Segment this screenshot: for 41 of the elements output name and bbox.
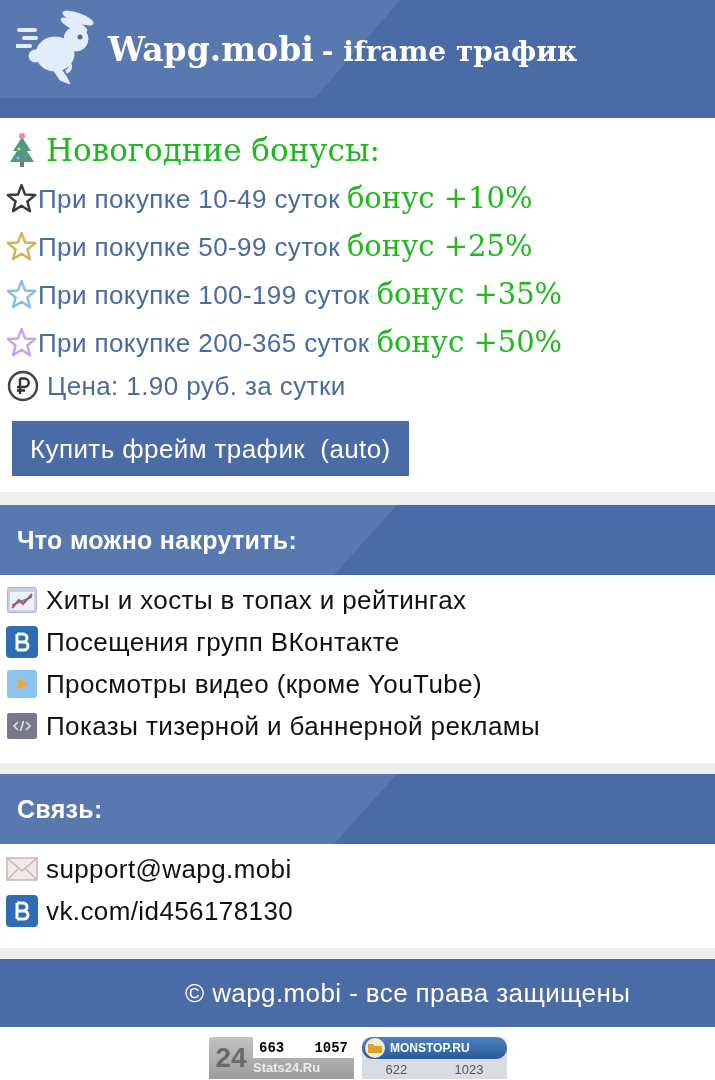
price-text: Цена: 1.90 руб. за сутки [47,373,346,399]
b-logo-icon [6,895,38,927]
promo-title: Новогодние бонусы: [46,134,381,166]
chart-icon [7,587,37,613]
counter-value: 1023 [454,1062,484,1076]
bonus-value: бонус +10% [346,183,533,213]
ruble-coin-icon [7,370,39,402]
site-logo-text: Wapg.mobi [108,32,314,66]
bonus-condition: При покупке 200-365 суток [38,329,370,356]
bonus-condition: При покупке 10-49 суток [38,185,340,212]
section-title: Связь: [17,796,103,822]
rabbit-logo-icon [16,10,96,88]
bonus-value: бонус +35% [376,279,563,309]
counter-value: 1057 [314,1040,348,1055]
folder-icon [364,1038,386,1058]
bonus-value: бонус +25% [346,231,533,261]
list-item-text: Посещения групп ВКонтакте [46,629,400,655]
section-title: Что можно накрутить: [17,527,298,553]
list-item-text: Просмотры видео (кроме YouTube) [46,671,483,697]
code-icon [7,713,37,739]
bonus-value: бонус +50% [376,327,563,357]
site-tagline: - iframe трафик [321,37,578,66]
counter-value: 663 [259,1040,285,1055]
counter-caption: MONSTOP.RU [390,1042,470,1054]
bonus-condition: При покупке 50-99 суток [38,233,340,260]
list-item-text: support@wapg.mobi [46,856,292,882]
b-logo-icon [6,626,38,658]
copyright-text: © wapg.mobi - все права защищены [185,980,631,1006]
counter-caption: Stats24.Ru [253,1061,322,1074]
counter-badge[interactable]: MONSTOP.RU 622 1023 [362,1037,507,1079]
bonus-condition: При покупке 100-199 суток [38,281,370,308]
counter-badge[interactable]: 24 663 1057 Stats24.Ru [209,1037,354,1079]
christmas-tree-icon [8,132,36,168]
buy-button[interactable]: Купить фрейм трафик (auto) [12,421,409,476]
counter-value: 622 [385,1062,408,1076]
counter-logo-text: 24 [214,1044,248,1072]
play-icon [7,670,37,698]
list-item-text: Хиты и хосты в топах и рейтингах [46,587,467,613]
list-item-text: vk.com/id456178130 [46,898,294,924]
envelope-icon [6,857,38,881]
list-item-text: Показы тизерной и баннерной рекламы [46,713,541,739]
